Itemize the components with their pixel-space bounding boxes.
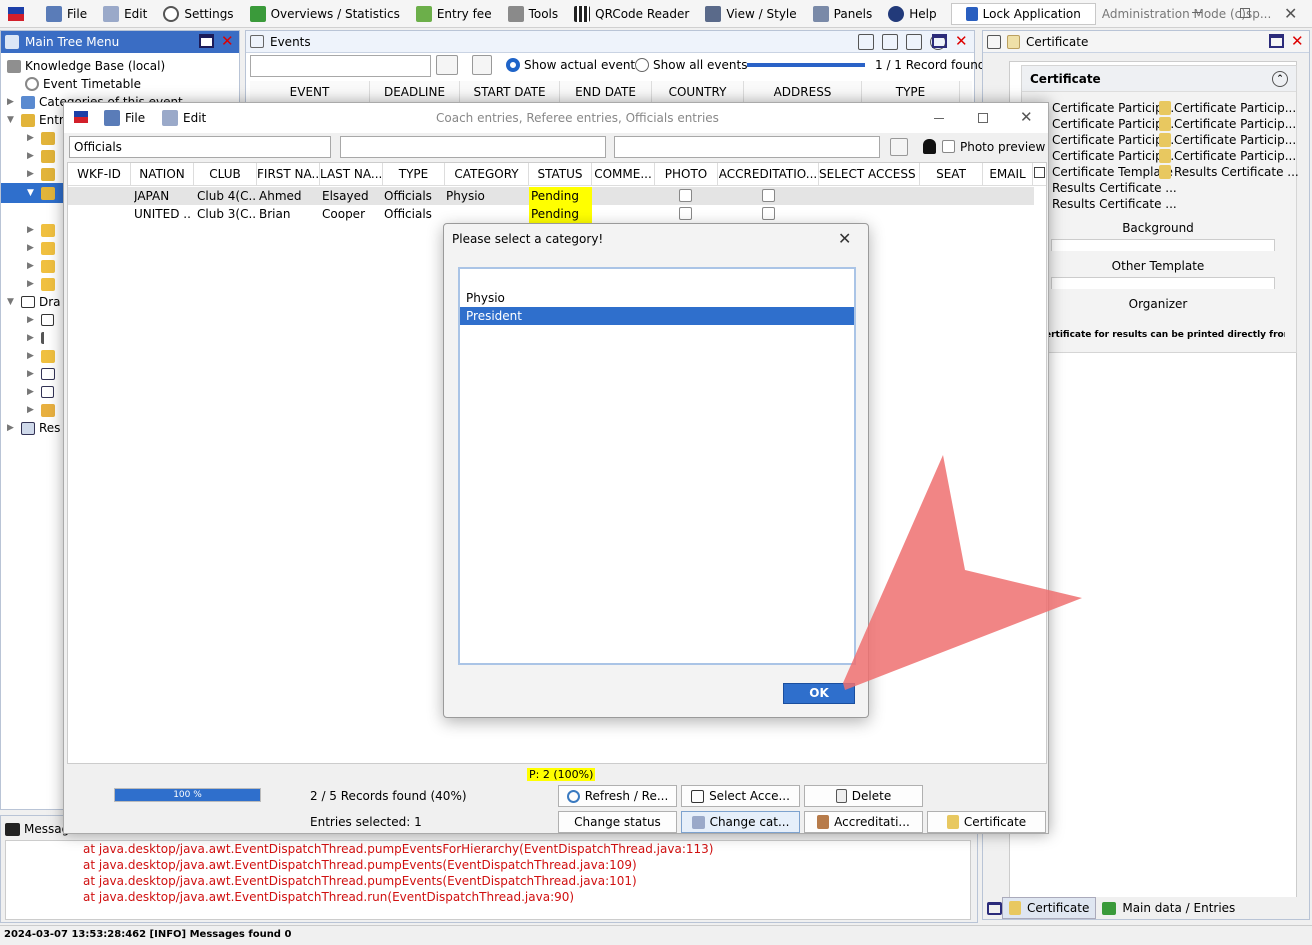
pointer-arrow-icon [843, 455, 1082, 690]
